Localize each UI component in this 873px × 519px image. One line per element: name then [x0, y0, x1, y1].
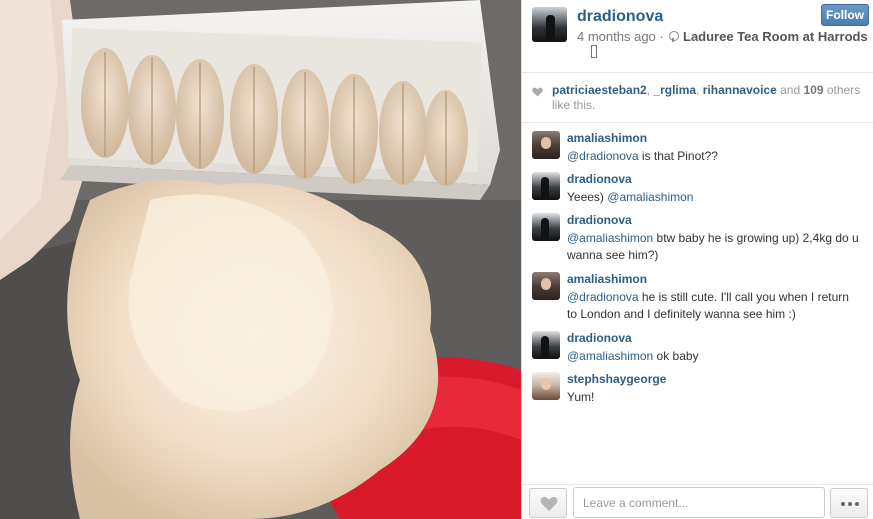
photo-macarons-dog	[0, 0, 521, 519]
comment-username[interactable]: stephshaygeorge	[567, 372, 666, 386]
likes-others-count[interactable]: 109	[803, 83, 823, 97]
comment-username[interactable]: dradionova	[567, 331, 632, 345]
post-photo	[0, 0, 521, 519]
post-location[interactable]: Laduree Tea Room at Harrods	[683, 29, 868, 44]
comment-username[interactable]: amaliashimon	[567, 131, 647, 145]
author-avatar[interactable]	[532, 7, 567, 42]
more-dots-icon	[855, 502, 859, 506]
heart-icon	[532, 87, 543, 97]
missing-glyph-icon	[591, 45, 597, 58]
follow-button[interactable]: Follow	[821, 4, 869, 26]
comment-text: @dradionova is that Pinot??	[567, 148, 862, 165]
comment-mention[interactable]: @dradionova	[567, 290, 639, 304]
comment-body: is that Pinot??	[638, 149, 718, 163]
comment-text: @amaliashimon btw baby he is growing up)…	[567, 230, 862, 264]
comment-mention[interactable]: @dradionova	[567, 149, 639, 163]
comment-mention[interactable]: @amaliashimon	[607, 190, 693, 204]
comment-input[interactable]	[573, 487, 825, 518]
post-sidebar: dradionova 4 months ago · Laduree Tea Ro…	[521, 0, 873, 519]
meta-separator: ·	[659, 29, 664, 44]
comment-username[interactable]: amaliashimon	[567, 272, 647, 286]
comment-body: Yeees)	[567, 190, 608, 204]
liker-username[interactable]: patriciaesteban2	[552, 83, 647, 97]
comment-text: @dradionova he is still cute. I'll call …	[567, 289, 862, 323]
comments-list: amaliashimon @dradionova is that Pinot??…	[522, 123, 873, 483]
comment-body: ok baby	[653, 349, 699, 363]
commenter-avatar[interactable]	[532, 272, 560, 300]
liker-username[interactable]: _rglima	[653, 83, 696, 97]
comment-text: @amaliashimon ok baby	[567, 348, 862, 365]
commenter-avatar[interactable]	[532, 372, 560, 400]
commenter-avatar[interactable]	[532, 331, 560, 359]
commenter-avatar[interactable]	[532, 131, 560, 159]
likes-and-text: and	[776, 83, 804, 97]
comment-footer	[522, 484, 873, 519]
location-pin-icon	[669, 31, 680, 42]
more-dots-icon	[848, 502, 852, 506]
likes-separator: ,	[696, 83, 703, 97]
comment-username[interactable]: dradionova	[567, 172, 632, 186]
liker-username[interactable]: rihannavoice	[703, 83, 777, 97]
author-username[interactable]: dradionova	[577, 8, 663, 26]
commenter-avatar[interactable]	[532, 213, 560, 241]
heart-icon	[540, 497, 558, 511]
post-header: dradionova 4 months ago · Laduree Tea Ro…	[522, 0, 873, 73]
post-meta: 4 months ago · Laduree Tea Room at Harro…	[577, 29, 868, 44]
comment-text: Yeees) @amaliashimon	[567, 189, 862, 206]
more-dots-icon	[841, 502, 845, 506]
post-time[interactable]: 4 months ago	[577, 29, 656, 44]
comment-body: Yum!	[567, 390, 595, 404]
comment-mention[interactable]: @amaliashimon	[567, 231, 653, 245]
comment-text: Yum!	[567, 389, 862, 406]
comment-username[interactable]: dradionova	[567, 213, 632, 227]
likes-summary: patriciaesteban2, _rglima, rihannavoice …	[522, 73, 873, 123]
comment-mention[interactable]: @amaliashimon	[567, 349, 653, 363]
commenter-avatar[interactable]	[532, 172, 560, 200]
like-button[interactable]	[529, 488, 567, 518]
more-options-button[interactable]	[830, 488, 868, 518]
